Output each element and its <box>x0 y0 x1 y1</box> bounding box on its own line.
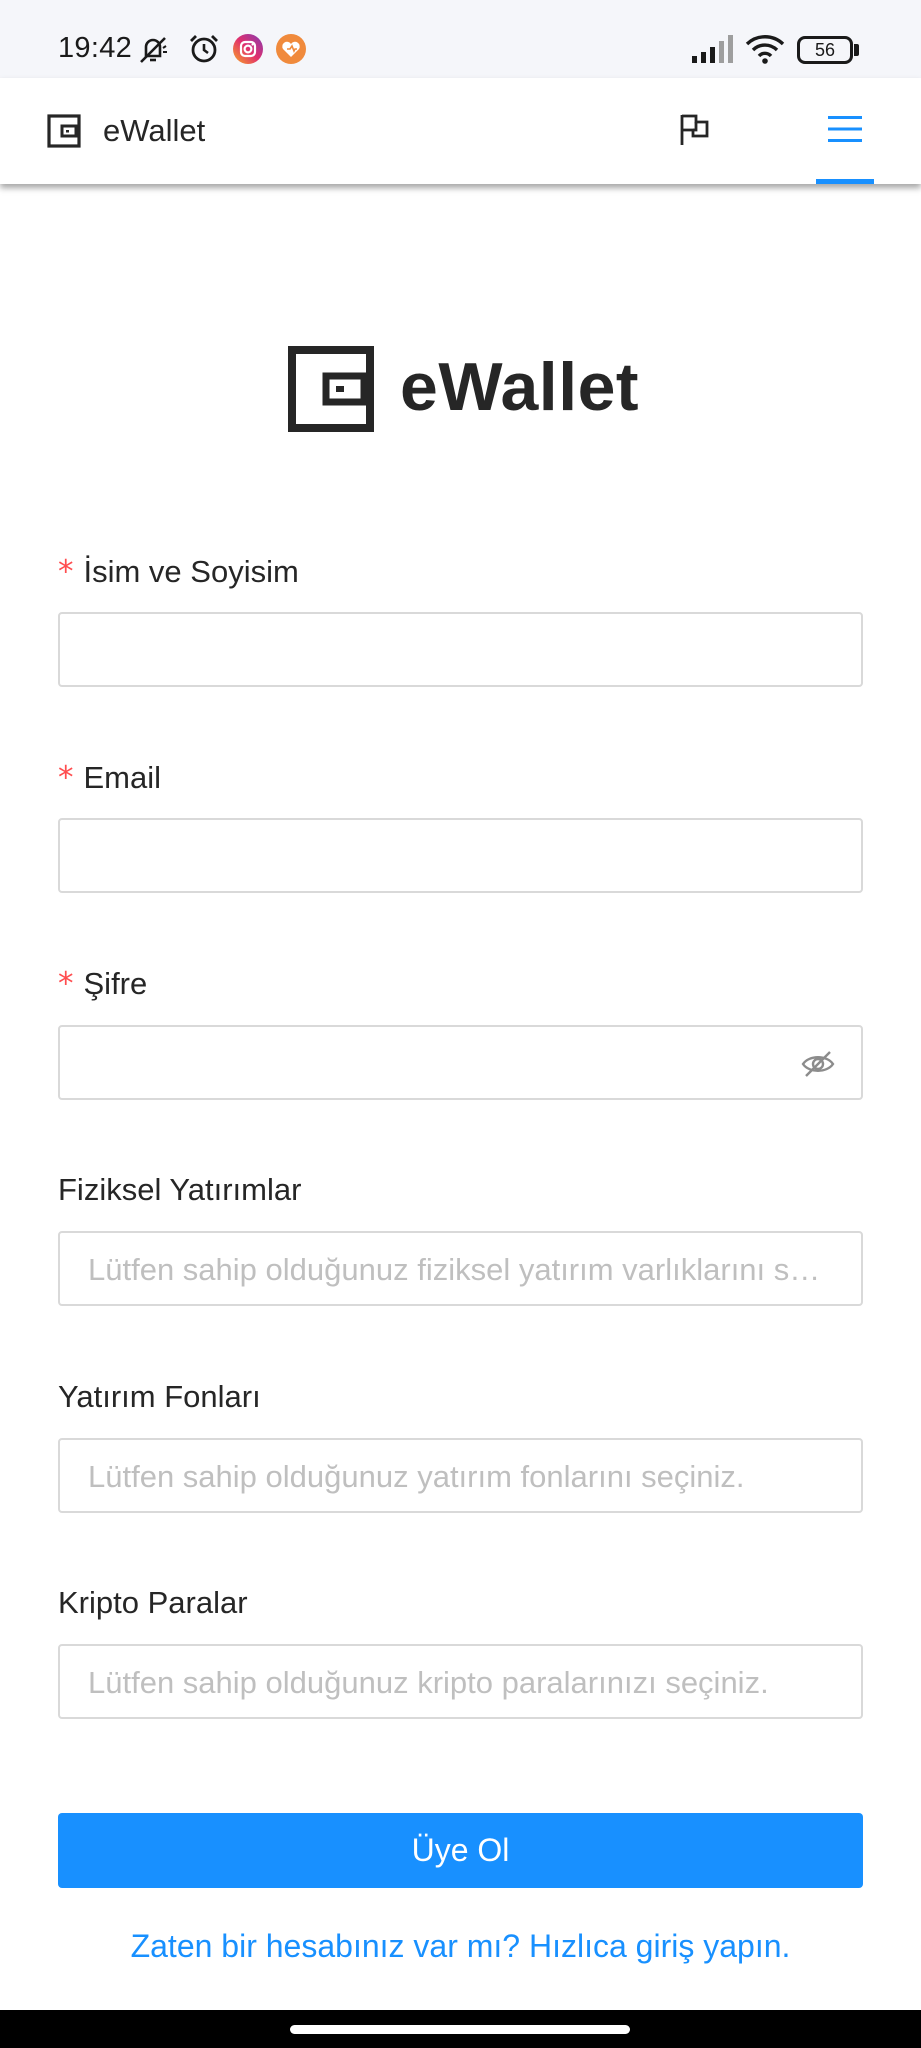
email-label: * Email <box>58 760 162 796</box>
signal-icon <box>690 32 736 66</box>
name-label: * İsim ve Soyisim <box>58 554 299 590</box>
flag-icon[interactable] <box>676 112 712 148</box>
password-field[interactable] <box>58 1025 863 1100</box>
wifi-icon <box>744 32 786 66</box>
battery-icon: 56 <box>797 36 853 64</box>
hero-logo: eWallet <box>0 340 921 440</box>
alarm-icon <box>187 32 221 66</box>
top-nav: eWallet <box>0 78 921 184</box>
menu-icon <box>828 114 862 144</box>
name-field[interactable] <box>58 612 863 687</box>
investment-funds-label: Yatırım Fonları <box>58 1379 261 1414</box>
physical-investments-placeholder: Lütfen sahip olduğunuz fiziksel yatırım … <box>88 1252 833 1287</box>
battery-tip <box>854 44 859 56</box>
status-time: 19:42 <box>58 32 133 64</box>
login-link[interactable]: Zaten bir hesabınız var mı? Hızlıca giri… <box>0 1928 921 1965</box>
instagram-icon <box>231 32 265 66</box>
password-input[interactable] <box>60 1027 861 1098</box>
wallet-logo-icon[interactable] <box>47 114 81 148</box>
crypto-label: Kripto Paralar <box>58 1585 248 1620</box>
crypto-placeholder: Lütfen sahip olduğunuz kripto paralarını… <box>88 1665 769 1700</box>
email-input[interactable] <box>60 820 861 891</box>
physical-investments-select[interactable]: Lütfen sahip olduğunuz fiziksel yatırım … <box>58 1231 863 1306</box>
investment-funds-select[interactable]: Lütfen sahip olduğunuz yatırım fonlarını… <box>58 1438 863 1513</box>
password-label: * Şifre <box>58 966 148 1002</box>
email-field[interactable] <box>58 818 863 893</box>
app-icon <box>274 32 308 66</box>
hero-title: eWallet <box>400 349 640 425</box>
nav-brand[interactable]: eWallet <box>103 113 205 149</box>
eye-invisible-icon[interactable] <box>801 1047 835 1081</box>
menu-button[interactable] <box>816 78 874 184</box>
mute-icon <box>136 32 170 66</box>
status-bar: 19:42 56 <box>0 0 921 78</box>
wallet-icon <box>288 346 374 432</box>
menu-active-indicator <box>816 179 874 184</box>
investment-funds-placeholder: Lütfen sahip olduğunuz yatırım fonlarını… <box>88 1459 745 1494</box>
gesture-bar <box>0 2010 921 2048</box>
home-indicator[interactable] <box>290 2025 630 2034</box>
crypto-select[interactable]: Lütfen sahip olduğunuz kripto paralarını… <box>58 1644 863 1719</box>
physical-investments-label: Fiziksel Yatırımlar <box>58 1172 302 1207</box>
name-input[interactable] <box>60 614 861 685</box>
signup-button[interactable]: Üye Ol <box>58 1813 863 1888</box>
